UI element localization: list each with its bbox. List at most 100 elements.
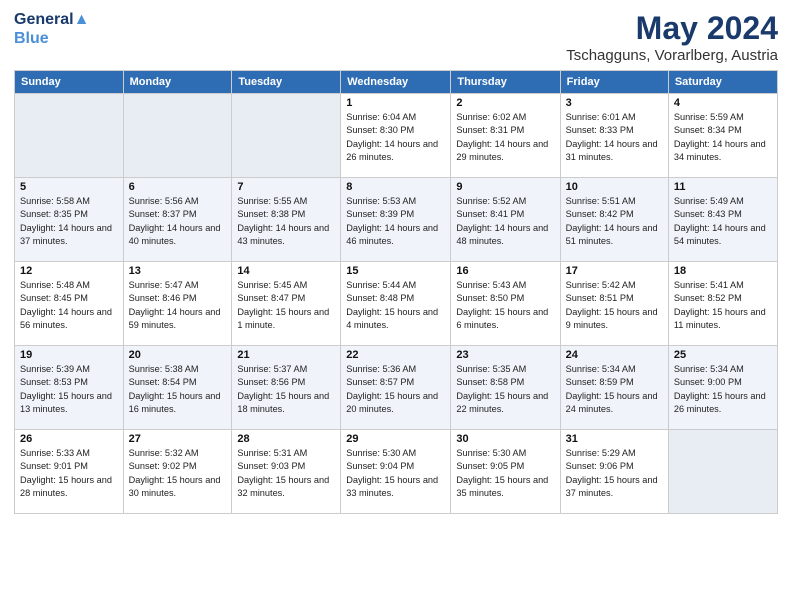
col-friday: Friday xyxy=(560,71,668,94)
day-number: 25 xyxy=(674,349,772,361)
day-number: 24 xyxy=(566,349,663,361)
col-wednesday: Wednesday xyxy=(341,71,451,94)
col-saturday: Saturday xyxy=(668,71,777,94)
calendar-cell-4-4: 30 Sunrise: 5:30 AM Sunset: 9:05 PM Dayli… xyxy=(451,430,560,514)
day-info: Sunrise: 6:04 AM Sunset: 8:30 PM Dayligh… xyxy=(346,111,445,164)
calendar-cell-4-2: 28 Sunrise: 5:31 AM Sunset: 9:03 PM Dayli… xyxy=(232,430,341,514)
day-info: Sunrise: 5:42 AM Sunset: 8:51 PM Dayligh… xyxy=(566,279,663,332)
main-title: May 2024 xyxy=(566,10,778,47)
calendar-week-2: 5 Sunrise: 5:58 AM Sunset: 8:35 PM Daylig… xyxy=(15,178,778,262)
col-thursday: Thursday xyxy=(451,71,560,94)
calendar-cell-3-1: 20Sunrise: 5:38 AM Sunset: 8:54 PM Dayli… xyxy=(123,346,232,430)
day-info: Sunrise: 5:43 AM Sunset: 8:50 PM Dayligh… xyxy=(456,279,554,332)
day-info: Sunrise: 5:33 AM Sunset: 9:01 PM Dayligh… xyxy=(20,447,118,500)
calendar-week-5: 26 Sunrise: 5:33 AM Sunset: 9:01 PM Dayli… xyxy=(15,430,778,514)
calendar-cell-2-6: 18 Sunrise: 5:41 AM Sunset: 8:52 PM Dayli… xyxy=(668,262,777,346)
calendar-cell-4-0: 26 Sunrise: 5:33 AM Sunset: 9:01 PM Dayli… xyxy=(15,430,124,514)
calendar-cell-2-2: 14 Sunrise: 5:45 AM Sunset: 8:47 PM Dayli… xyxy=(232,262,341,346)
day-number: 30 xyxy=(456,433,554,445)
day-number: 19 xyxy=(20,349,118,361)
calendar-cell-4-1: 27Sunrise: 5:32 AM Sunset: 9:02 PM Dayli… xyxy=(123,430,232,514)
calendar-week-1: 1 Sunrise: 6:04 AM Sunset: 8:30 PM Daylig… xyxy=(15,94,778,178)
day-number: 29 xyxy=(346,433,445,445)
day-number: 31 xyxy=(566,433,663,445)
page: General▲ Blue May 2024 Tschagguns, Vorar… xyxy=(0,0,792,612)
calendar-cell-1-4: 9 Sunrise: 5:52 AM Sunset: 8:41 PM Daylig… xyxy=(451,178,560,262)
calendar-cell-0-1 xyxy=(123,94,232,178)
day-info: Sunrise: 5:30 AM Sunset: 9:04 PM Dayligh… xyxy=(346,447,445,500)
calendar-cell-1-0: 5 Sunrise: 5:58 AM Sunset: 8:35 PM Daylig… xyxy=(15,178,124,262)
day-info: Sunrise: 5:41 AM Sunset: 8:52 PM Dayligh… xyxy=(674,279,772,332)
calendar-cell-2-0: 12 Sunrise: 5:48 AM Sunset: 8:45 PM Dayli… xyxy=(15,262,124,346)
day-number: 10 xyxy=(566,181,663,193)
day-number: 5 xyxy=(20,181,118,193)
calendar-cell-2-4: 16 Sunrise: 5:43 AM Sunset: 8:50 PM Dayli… xyxy=(451,262,560,346)
day-info: Sunrise: 5:55 AM Sunset: 8:38 PM Dayligh… xyxy=(237,195,335,248)
calendar-cell-1-2: 7Sunrise: 5:55 AM Sunset: 8:38 PM Daylig… xyxy=(232,178,341,262)
logo: General▲ Blue xyxy=(14,10,89,48)
day-number: 23 xyxy=(456,349,554,361)
calendar-cell-0-0 xyxy=(15,94,124,178)
day-info: Sunrise: 5:47 AM Sunset: 8:46 PM Dayligh… xyxy=(129,279,227,332)
calendar-cell-2-5: 17 Sunrise: 5:42 AM Sunset: 8:51 PM Dayli… xyxy=(560,262,668,346)
day-number: 20 xyxy=(129,349,227,361)
day-info: Sunrise: 5:56 AM Sunset: 8:37 PM Dayligh… xyxy=(129,195,227,248)
day-info: Sunrise: 5:48 AM Sunset: 8:45 PM Dayligh… xyxy=(20,279,118,332)
day-info: Sunrise: 5:31 AM Sunset: 9:03 PM Dayligh… xyxy=(237,447,335,500)
calendar-cell-3-0: 19 Sunrise: 5:39 AM Sunset: 8:53 PM Dayli… xyxy=(15,346,124,430)
logo-blue: ▲ xyxy=(74,11,90,28)
header: General▲ Blue May 2024 Tschagguns, Vorar… xyxy=(14,10,778,64)
day-number: 16 xyxy=(456,265,554,277)
day-number: 1 xyxy=(346,97,445,109)
day-number: 13 xyxy=(129,265,227,277)
title-section: May 2024 Tschagguns, Vorarlberg, Austria xyxy=(566,10,778,64)
logo-text: General▲ xyxy=(14,10,89,29)
day-info: Sunrise: 5:44 AM Sunset: 8:48 PM Dayligh… xyxy=(346,279,445,332)
col-sunday: Sunday xyxy=(15,71,124,94)
calendar-cell-2-1: 13 Sunrise: 5:47 AM Sunset: 8:46 PM Dayli… xyxy=(123,262,232,346)
day-info: Sunrise: 5:34 AM Sunset: 8:59 PM Dayligh… xyxy=(566,363,663,416)
calendar-cell-1-6: 11 Sunrise: 5:49 AM Sunset: 8:43 PM Dayli… xyxy=(668,178,777,262)
calendar-cell-4-6 xyxy=(668,430,777,514)
logo-blue-text: Blue xyxy=(14,29,89,48)
day-info: Sunrise: 5:30 AM Sunset: 9:05 PM Dayligh… xyxy=(456,447,554,500)
day-number: 28 xyxy=(237,433,335,445)
day-info: Sunrise: 5:49 AM Sunset: 8:43 PM Dayligh… xyxy=(674,195,772,248)
day-number: 9 xyxy=(456,181,554,193)
col-monday: Monday xyxy=(123,71,232,94)
calendar-cell-0-5: 3Sunrise: 6:01 AM Sunset: 8:33 PM Daylig… xyxy=(560,94,668,178)
day-info: Sunrise: 5:59 AM Sunset: 8:34 PM Dayligh… xyxy=(674,111,772,164)
day-number: 26 xyxy=(20,433,118,445)
calendar-cell-1-3: 8Sunrise: 5:53 AM Sunset: 8:39 PM Daylig… xyxy=(341,178,451,262)
day-number: 3 xyxy=(566,97,663,109)
day-number: 27 xyxy=(129,433,227,445)
day-number: 21 xyxy=(237,349,335,361)
calendar-cell-3-4: 23 Sunrise: 5:35 AM Sunset: 8:58 PM Dayli… xyxy=(451,346,560,430)
calendar-cell-0-3: 1 Sunrise: 6:04 AM Sunset: 8:30 PM Daylig… xyxy=(341,94,451,178)
calendar-cell-1-5: 10Sunrise: 5:51 AM Sunset: 8:42 PM Dayli… xyxy=(560,178,668,262)
calendar-cell-3-5: 24 Sunrise: 5:34 AM Sunset: 8:59 PM Dayli… xyxy=(560,346,668,430)
calendar-cell-1-1: 6Sunrise: 5:56 AM Sunset: 8:37 PM Daylig… xyxy=(123,178,232,262)
col-tuesday: Tuesday xyxy=(232,71,341,94)
day-number: 2 xyxy=(456,97,554,109)
day-info: Sunrise: 5:58 AM Sunset: 8:35 PM Dayligh… xyxy=(20,195,118,248)
day-info: Sunrise: 5:34 AM Sunset: 9:00 PM Dayligh… xyxy=(674,363,772,416)
day-number: 12 xyxy=(20,265,118,277)
subtitle: Tschagguns, Vorarlberg, Austria xyxy=(566,47,778,64)
day-number: 17 xyxy=(566,265,663,277)
day-number: 14 xyxy=(237,265,335,277)
day-info: Sunrise: 5:29 AM Sunset: 9:06 PM Dayligh… xyxy=(566,447,663,500)
day-info: Sunrise: 5:35 AM Sunset: 8:58 PM Dayligh… xyxy=(456,363,554,416)
calendar-cell-3-3: 22Sunrise: 5:36 AM Sunset: 8:57 PM Dayli… xyxy=(341,346,451,430)
day-info: Sunrise: 5:52 AM Sunset: 8:41 PM Dayligh… xyxy=(456,195,554,248)
calendar-cell-3-2: 21Sunrise: 5:37 AM Sunset: 8:56 PM Dayli… xyxy=(232,346,341,430)
day-info: Sunrise: 5:53 AM Sunset: 8:39 PM Dayligh… xyxy=(346,195,445,248)
day-number: 18 xyxy=(674,265,772,277)
day-info: Sunrise: 5:39 AM Sunset: 8:53 PM Dayligh… xyxy=(20,363,118,416)
day-info: Sunrise: 5:45 AM Sunset: 8:47 PM Dayligh… xyxy=(237,279,335,332)
calendar-cell-0-2 xyxy=(232,94,341,178)
calendar-week-3: 12 Sunrise: 5:48 AM Sunset: 8:45 PM Dayli… xyxy=(15,262,778,346)
day-info: Sunrise: 6:02 AM Sunset: 8:31 PM Dayligh… xyxy=(456,111,554,164)
calendar-table: Sunday Monday Tuesday Wednesday Thursday… xyxy=(14,70,778,514)
day-number: 11 xyxy=(674,181,772,193)
